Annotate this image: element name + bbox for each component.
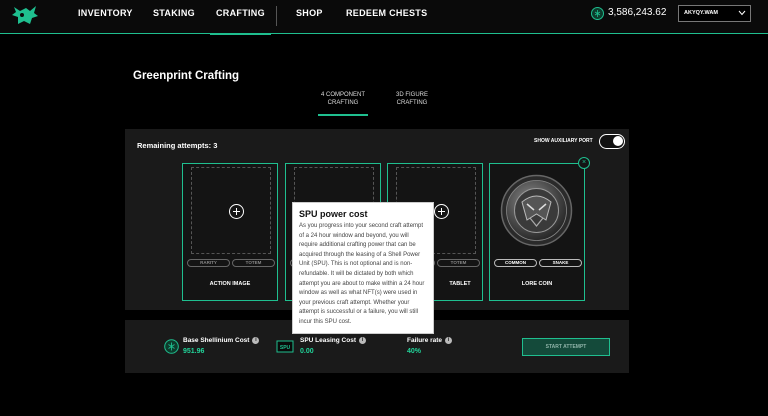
- balance-amount: 3,586,243.62: [608, 7, 667, 18]
- info-icon[interactable]: i: [445, 337, 453, 344]
- totem-pill: TOTEM: [232, 259, 275, 267]
- logo-icon[interactable]: [10, 3, 40, 27]
- account-name: AKYQY.WAM: [684, 10, 718, 16]
- tab-4-component-crafting[interactable]: 4 COMPONENT CRAFTING: [318, 91, 368, 116]
- tab-line: 3D FIGURE: [395, 92, 428, 98]
- info-icon[interactable]: i: [358, 337, 366, 344]
- nav-staking[interactable]: STAKING: [153, 0, 195, 34]
- nav-shop[interactable]: SHOP: [296, 0, 323, 34]
- remaining-attempts: Remaining attempts: 3: [137, 141, 218, 150]
- spu-badge: SPU: [280, 345, 291, 351]
- toggle-knob: [613, 136, 623, 146]
- account-dropdown[interactable]: AKYQY.WAM: [678, 5, 751, 22]
- aux-port-toggle[interactable]: [599, 134, 625, 149]
- spu-cost-value: 0.00: [300, 348, 314, 355]
- slot-dropzone[interactable]: [191, 167, 271, 254]
- tab-line: 4 COMPONENT: [320, 92, 365, 98]
- page-title: Greenprint Crafting: [133, 70, 240, 82]
- tooltip-body: As you progress into your second craft a…: [299, 223, 425, 325]
- tooltip-title: SPU power cost: [299, 209, 368, 219]
- base-cost-label-text: Base Shellinium Cost: [183, 337, 250, 345]
- add-icon[interactable]: [229, 204, 244, 219]
- nav-divider: [276, 6, 277, 26]
- aux-port-label: SHOW AUXILIARY PORT: [534, 138, 593, 144]
- slot-label: TABLET: [449, 281, 471, 287]
- add-icon[interactable]: [434, 204, 449, 219]
- spu-tooltip: SPU power cost As you progress into your…: [292, 202, 434, 334]
- failure-rate-value: 40%: [407, 348, 422, 355]
- start-attempt-button[interactable]: START ATTEMPT: [522, 338, 610, 356]
- remove-coin-button[interactable]: ×: [578, 157, 590, 169]
- shellinium-coin-icon: [164, 339, 179, 354]
- slot-label: LORE COIN: [521, 281, 553, 287]
- failure-rate-label: Failure rate i: [407, 337, 453, 345]
- nav-inventory[interactable]: INVENTORY: [78, 0, 133, 34]
- info-icon[interactable]: i: [252, 337, 260, 344]
- totem-pill: SNAKE: [539, 259, 582, 267]
- slot-lore-coin[interactable]: × COMMON SNAKE LORE COIN: [489, 157, 590, 301]
- base-cost-value: 951.96: [183, 348, 205, 355]
- spu-cost-label-text: SPU Leasing Cost: [300, 337, 356, 345]
- base-cost-label: Base Shellinium Cost i: [183, 337, 260, 345]
- totem-pill: TOTEM: [437, 259, 480, 267]
- slot-action-image[interactable]: RARITY TOTEM ACTION IMAGE: [182, 163, 278, 301]
- chevron-down-icon: [738, 10, 746, 16]
- lore-coin-image: [500, 174, 573, 247]
- slot-label: ACTION IMAGE: [209, 281, 251, 287]
- tab-line: CRAFTING: [396, 100, 428, 106]
- nav-crafting[interactable]: CRAFTING: [210, 0, 271, 35]
- failure-rate-label-text: Failure rate: [407, 337, 443, 345]
- nav-redeem-chests[interactable]: REDEEM CHESTS: [346, 0, 427, 34]
- rarity-pill: RARITY: [187, 259, 230, 267]
- rarity-pill: COMMON: [494, 259, 537, 267]
- shellinium-coin-icon: [591, 7, 604, 20]
- tab-line: CRAFTING: [327, 100, 359, 106]
- spu-cost-label: SPU Leasing Cost i: [300, 337, 366, 344]
- tab-3d-figure-crafting[interactable]: 3D FIGURE CRAFTING: [390, 91, 434, 107]
- spu-icon: SPU: [276, 340, 294, 353]
- top-nav: INVENTORY STAKING CRAFTING SHOP REDEEM C…: [0, 0, 768, 35]
